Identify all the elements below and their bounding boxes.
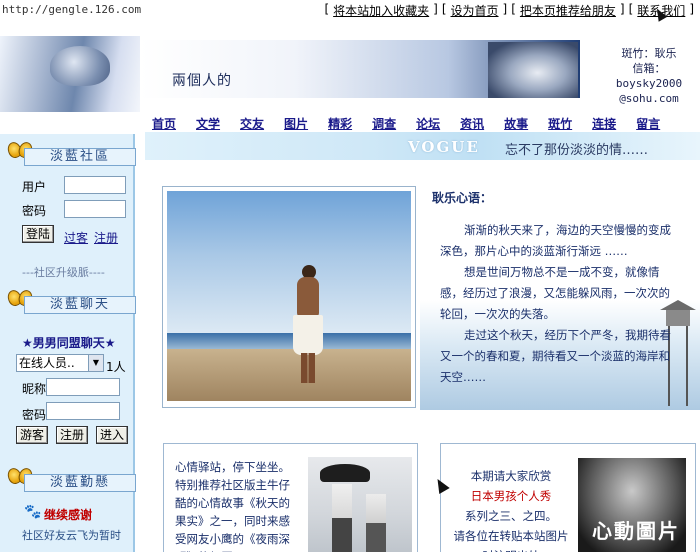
picture-line1: 本期请大家欣赏 <box>470 469 552 483</box>
chevron-down-icon: ▼ <box>88 355 103 371</box>
picture-caption: 心動圖片 <box>592 519 680 543</box>
thanks-red: 继续感谢 <box>44 508 93 522</box>
nav-links[interactable]: 连接 <box>592 115 616 132</box>
paw-icon: 🐾 <box>24 504 42 520</box>
figure-shape <box>366 494 386 552</box>
online-count: 1人 <box>106 360 126 374</box>
nav-friends[interactable]: 交友 <box>240 115 264 132</box>
header-photo-sleeping <box>0 36 140 112</box>
recommend-link[interactable]: 把本页推荐给朋友 <box>520 2 616 19</box>
login-button[interactable]: 登陆 <box>22 225 55 243</box>
mood-paragraph: 想是世间万物总不是一成不变，就像情感，经历过了浪漫，又怎能躲风雨，一次次的轮回，… <box>440 265 670 321</box>
nickname-label: 昵称 <box>22 382 47 396</box>
beach-figure <box>293 265 325 385</box>
nav-forum[interactable]: 论坛 <box>416 115 440 132</box>
beach-photo <box>162 186 416 408</box>
nav-pictures[interactable]: 图片 <box>284 115 308 132</box>
vogue-word: VOGUE <box>408 138 480 156</box>
top-bar: http://gengle.126.com [将本站加入收藏夹] [设为首页] … <box>0 0 700 20</box>
picture-line3: 请各位在转贴本站图片时注明出处 <box>453 529 569 552</box>
mood-text: 渐渐的秋天来了，海边的天空慢慢的变成深色，那片心中的淡蓝渐行渐远 …… 想是世间… <box>440 220 680 388</box>
password-label: 密码 <box>22 204 47 218</box>
site-header: 兩個人的 斑竹：耿乐 信箱：boysky2000 @sohu.com <box>0 20 700 112</box>
nav-guestbook[interactable]: 留言 <box>636 115 660 132</box>
mood-title: 耿乐心语： <box>432 191 493 205</box>
nav-stories[interactable]: 故事 <box>504 115 528 132</box>
mood-paragraph: 渐渐的秋天来了，海边的天空慢慢的变成深色，那片心中的淡蓝渐行渐远 …… <box>440 223 671 258</box>
chat-guest-button[interactable]: 游客 <box>16 426 49 444</box>
email-line2: @sohu.com <box>619 92 679 105</box>
mood-paragraph: 走过这个秋天，经历下个严冬，我期待看又一个的春和夏，期待看又一个淡蓝的海岸和天空… <box>440 328 671 384</box>
site-url: http://gengle.126.com <box>2 3 142 16</box>
thanks-title: 淡藍勤懸 <box>24 474 136 492</box>
online-select-value: 在线人员.. <box>19 356 75 370</box>
password-input[interactable] <box>64 200 126 218</box>
nav-survey[interactable]: 调查 <box>372 115 396 132</box>
picture-line2: 系列之三、之四。 <box>465 509 557 523</box>
header-photo-portrait <box>488 42 578 98</box>
nickname-input[interactable] <box>46 378 120 396</box>
guest-link[interactable]: 过客 <box>64 229 88 246</box>
header-subtitle: 兩個人的 <box>172 73 232 89</box>
chat-password-label: 密码 <box>22 408 47 422</box>
chat-banner: ★男男同盟聊天★ <box>22 336 116 350</box>
online-users-select[interactable]: 在线人员.. ▼ <box>16 354 104 372</box>
chat-register-button[interactable]: 注册 <box>56 426 89 444</box>
username-input[interactable] <box>64 176 126 194</box>
moderator-label: 斑竹：耿乐 <box>621 47 677 60</box>
thanks-text: 社区好友云飞为暂时 <box>22 529 121 542</box>
chat-password-input[interactable] <box>46 402 120 420</box>
main-nav: 首页 文学 交友 图片 精彩 调查 论坛 资讯 故事 斑竹 连接 留言 <box>145 112 700 134</box>
chat-enter-button[interactable]: 进入 <box>96 426 129 444</box>
nav-moderator[interactable]: 斑竹 <box>548 115 572 132</box>
community-title: 淡藍社區 <box>24 148 136 166</box>
header-contact: 斑竹：耿乐 信箱：boysky2000 @sohu.com <box>600 46 698 106</box>
umbrella-shape <box>320 464 370 482</box>
banner-tagline: 忘不了那份淡淡的情…… <box>505 143 649 158</box>
nav-news[interactable]: 资讯 <box>460 115 484 132</box>
email-line1: 信箱：boysky2000 <box>615 62 683 90</box>
picture-box-text: 本期请大家欣赏 日本男孩个人秀 系列之三、之四。 请各位在转贴本站图片时注明出处 <box>450 466 572 552</box>
picture-series-name: 日本男孩个人秀 <box>470 489 552 503</box>
set-homepage-link[interactable]: 设为首页 <box>451 2 499 19</box>
nav-literature[interactable]: 文学 <box>196 115 220 132</box>
bookmark-link[interactable]: 将本站加入收藏夹 <box>333 2 429 19</box>
upgrade-text: ---社区升级脈---- <box>22 266 105 279</box>
mood-station-text: 心情驿站，停下坐坐。特别推荐社区版主牛仔酷的心情故事《秋天的果实》之一，同时来感… <box>175 460 290 552</box>
chat-title: 淡藍聊天 <box>24 296 136 314</box>
nav-highlights[interactable]: 精彩 <box>328 115 352 132</box>
register-link[interactable]: 注册 <box>94 229 118 246</box>
nav-home[interactable]: 首页 <box>152 115 176 132</box>
top-links: [将本站加入收藏夹] [设为首页] [把本页推荐给朋友] [联系我们] <box>324 2 694 19</box>
user-label: 用户 <box>22 180 47 194</box>
figure-shape <box>332 484 352 552</box>
sidebar: 淡藍社區 用户 密码 登陆 过客 注册 ---社区升级脈---- 淡藍聊天 ★男… <box>0 134 136 552</box>
